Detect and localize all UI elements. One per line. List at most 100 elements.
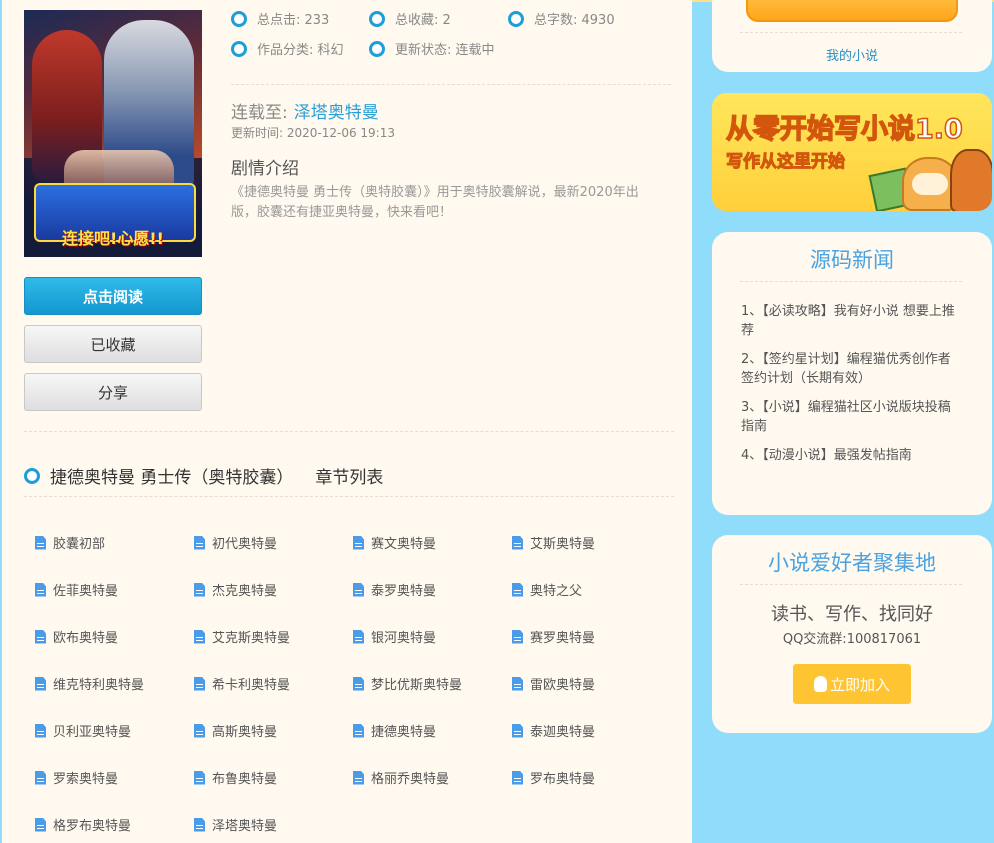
document-icon [512,582,523,597]
community-card: 小说爱好者聚集地 读书、写作、找同好 QQ交流群:100817061 立即加入 [712,535,992,733]
circle-bullet-icon [231,40,247,57]
document-icon [353,535,364,550]
document-icon [194,582,205,597]
chapter-link[interactable]: 佐菲奥特曼 [35,580,118,599]
chapter-link[interactable]: 杰克奥特曼 [194,580,277,599]
chapter-label: 泰罗奥特曼 [371,584,437,599]
chapter-link[interactable]: 艾克斯奥特曼 [194,627,290,646]
chapter-link[interactable]: 高斯奥特曼 [194,721,277,740]
chapter-label: 高斯奥特曼 [212,725,278,740]
chapter-link[interactable]: 雷欧奥特曼 [512,674,595,693]
chapter-link[interactable]: 初代奥特曼 [194,533,277,552]
document-icon [353,770,364,785]
chapter-link[interactable]: 贝利亚奥特曼 [35,721,131,740]
cover-logo-text: 连接吧!心愿!! [62,229,164,248]
circle-bullet-icon [231,10,247,27]
stat-favorites: 总收藏: 2 [369,9,451,28]
write-button[interactable] [746,0,958,22]
news-list: 1、【必读攻略】我有好小说 想要上推荐 2、【签约星计划】编程猫优秀创作者签约计… [741,302,963,475]
document-icon [35,723,46,738]
chapter-label: 布鲁奥特曼 [212,772,278,787]
book-cover[interactable]: 连接吧!心愿!! [24,10,202,257]
document-icon [194,723,205,738]
chapter-link[interactable]: 梦比优斯奥特曼 [353,674,462,693]
my-novel-link[interactable]: 我的小说 [712,45,992,64]
news-item[interactable]: 2、【签约星计划】编程猫优秀创作者签约计划（长期有效） [741,350,963,388]
chapter-label: 银河奥特曼 [371,631,437,646]
chapter-link[interactable]: 维克特利奥特曼 [35,674,144,693]
cat-mascot-illustration [950,149,992,211]
divider [740,584,962,585]
document-icon [512,676,523,691]
chapter-label: 艾克斯奥特曼 [212,631,291,646]
chapter-link[interactable]: 赛文奥特曼 [353,533,436,552]
chapter-link[interactable]: 银河奥特曼 [353,627,436,646]
divider [24,496,674,497]
news-title: 源码新闻 [810,248,894,272]
qq-group: QQ交流群:100817061 [782,632,922,647]
document-icon [35,535,46,550]
chapter-link[interactable]: 泰罗奥特曼 [353,580,436,599]
chapter-list-heading: 捷德奥特曼 勇士传（奥特胶囊） 章节列表 [24,463,383,488]
chapter-link[interactable]: 艾斯奥特曼 [512,533,595,552]
banner-title: 从零开始写小说1.0 [725,113,963,146]
latest-chapter-link[interactable]: 泽塔奥特曼 [294,103,379,123]
update-time: 更新时间: 2020-12-06 19:13 [231,126,395,140]
circle-bullet-icon [508,10,524,27]
intro-text: 《捷德奥特曼 勇士传（奥特胶囊）》用于奥特胶囊解说，最新2020年出版，胶囊还有… [231,185,639,220]
circle-bullet-icon [24,467,40,484]
chapter-label: 杰克奥特曼 [212,584,278,599]
chapter-link[interactable]: 罗布奥特曼 [512,768,595,787]
chapter-link[interactable]: 泰迦奥特曼 [512,721,595,740]
chapter-link[interactable]: 格丽乔奥特曼 [353,768,449,787]
news-item[interactable]: 1、【必读攻略】我有好小说 想要上推荐 [741,302,963,340]
qq-penguin-icon [813,676,827,692]
chapter-label: 维克特利奥特曼 [53,678,145,693]
document-icon [512,535,523,550]
divider [24,431,674,432]
document-icon [194,676,205,691]
chapter-label: 艾斯奥特曼 [530,537,596,552]
document-icon [194,629,205,644]
document-icon [353,629,364,644]
chapter-link[interactable]: 罗索奥特曼 [35,768,118,787]
chapter-link[interactable]: 布鲁奥特曼 [194,768,277,787]
document-icon [512,629,523,644]
stat-words: 总字数: 4930 [508,9,615,28]
chapter-label: 奥特之父 [530,584,583,599]
circle-bullet-icon [369,10,385,27]
chapter-link[interactable]: 欧布奥特曼 [35,627,118,646]
chapter-link[interactable]: 胶囊初部 [35,533,105,552]
chapter-label: 希卡利奥特曼 [212,678,291,693]
chapter-label: 欧布奥特曼 [53,631,119,646]
join-button[interactable]: 立即加入 [793,664,911,704]
chapter-link[interactable]: 希卡利奥特曼 [194,674,290,693]
news-item[interactable]: 3、【小说】编程猫社区小说版块投稿指南 [741,398,963,436]
chapter-label: 贝利亚奥特曼 [53,725,132,740]
chapter-label: 雷欧奥特曼 [530,678,596,693]
document-icon [194,770,205,785]
document-icon [353,676,364,691]
chapter-link[interactable]: 捷德奥特曼 [353,721,436,740]
favorited-button[interactable]: 已收藏 [24,325,202,363]
chapter-link[interactable]: 格罗布奥特曼 [35,815,131,834]
write-novel-banner[interactable]: 从零开始写小说1.0 写作从这里开始 [712,93,992,211]
chapter-label: 胶囊初部 [53,537,106,552]
stat-category: 作品分类: 科幻 [231,39,344,58]
stat-status: 更新状态: 连载中 [369,39,495,58]
news-item[interactable]: 4、【动漫小说】最强发帖指南 [741,446,963,465]
read-button[interactable]: 点击阅读 [24,277,202,315]
divider [231,84,671,85]
divider [740,281,962,282]
share-button[interactable]: 分享 [24,373,202,411]
chapter-link[interactable]: 赛罗奥特曼 [512,627,595,646]
chapter-link[interactable]: 泽塔奥特曼 [194,815,277,834]
document-icon [194,817,205,832]
chapter-label: 格丽乔奥特曼 [371,772,450,787]
chapter-label: 赛文奥特曼 [371,537,437,552]
document-icon [35,676,46,691]
document-icon [512,723,523,738]
chapter-link[interactable]: 奥特之父 [512,580,582,599]
community-tagline: 读书、写作、找同好 [771,604,933,625]
chapter-label: 格罗布奥特曼 [53,819,132,834]
